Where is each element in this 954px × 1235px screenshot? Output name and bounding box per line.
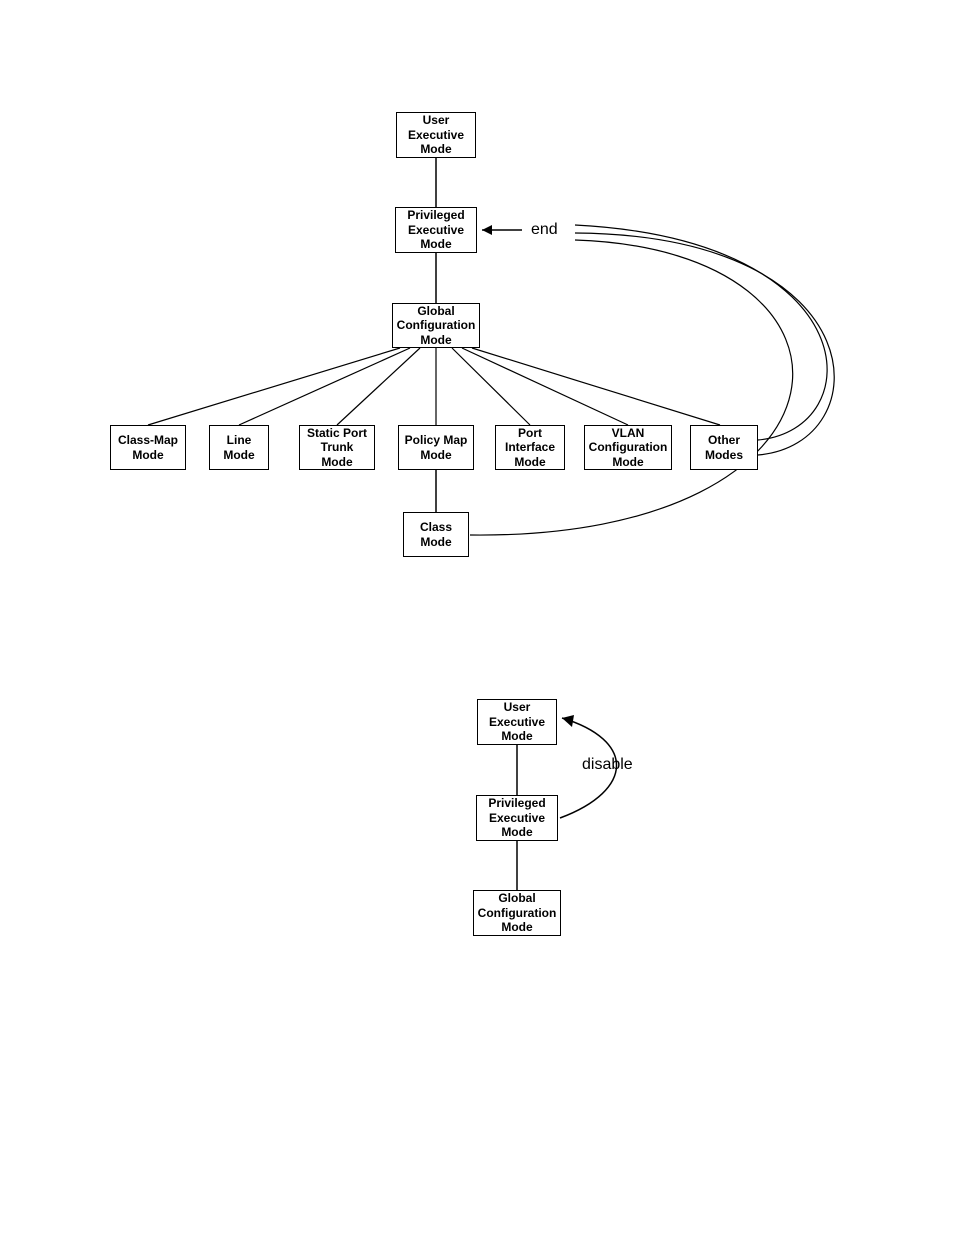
d2-user-exec-label: UserExecutiveMode [489,700,545,743]
d1-global-configuration-mode: GlobalConfigurationMode [392,303,480,348]
d2-priv-exec-label: PrivilegedExecutiveMode [488,796,545,839]
d1-vlan-config-label: VLANConfigurationMode [589,426,668,469]
d1-policy-map-label: Policy MapMode [405,433,468,462]
d1-user-executive-mode: UserExecutiveMode [396,112,476,158]
d1-end-label: end [531,221,558,239]
d1-other-modes: OtherModes [690,425,758,470]
d2-disable-label: disable [582,756,633,774]
d1-policy-map-mode: Policy MapMode [398,425,474,470]
d2-global-conf-label: GlobalConfigurationMode [478,891,557,934]
d1-class-mode: ClassMode [403,512,469,557]
d1-line-label: LineMode [223,433,254,462]
d1-class-map-label: Class-MapMode [118,433,178,462]
d1-global-conf-label: GlobalConfigurationMode [397,304,476,347]
diagram-page: UserExecutiveMode PrivilegedExecutiveMod… [0,0,954,1235]
d1-other-modes-label: OtherModes [705,433,743,462]
d1-line-mode: LineMode [209,425,269,470]
d2-privileged-executive-mode: PrivilegedExecutiveMode [476,795,558,841]
d1-user-exec-label: UserExecutiveMode [408,113,464,156]
d1-privileged-executive-mode: PrivilegedExecutiveMode [395,207,477,253]
d2-user-executive-mode: UserExecutiveMode [477,699,557,745]
d1-class-mode-label: ClassMode [420,520,452,549]
connectors-svg [0,0,954,1235]
d1-priv-exec-label: PrivilegedExecutiveMode [407,208,464,251]
d1-class-map-mode: Class-MapMode [110,425,186,470]
d2-global-configuration-mode: GlobalConfigurationMode [473,890,561,936]
d1-port-interface-mode: PortInterfaceMode [495,425,565,470]
d1-static-port-trunk-label: Static PortTrunkMode [307,426,367,469]
d1-vlan-configuration-mode: VLANConfigurationMode [584,425,672,470]
d1-static-port-trunk-mode: Static PortTrunkMode [299,425,375,470]
d1-port-interface-label: PortInterfaceMode [505,426,555,469]
